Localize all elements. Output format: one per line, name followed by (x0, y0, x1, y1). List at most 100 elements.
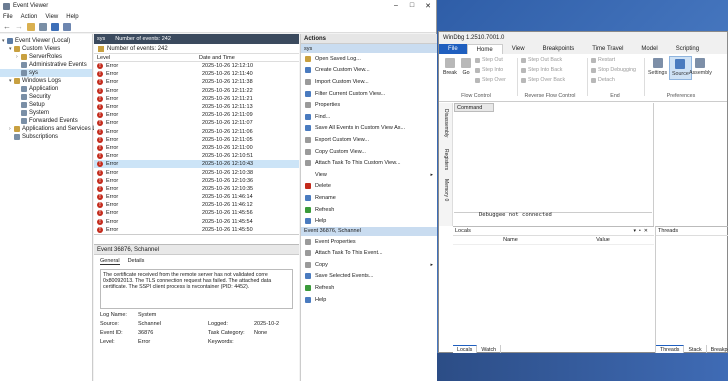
event-row[interactable]: ! Error 2025-10-26 12:12:10 (94, 62, 299, 70)
tree-node[interactable]: Security (0, 93, 92, 101)
tab-view[interactable]: View (503, 44, 534, 54)
tree-node[interactable]: › ServerRoles (0, 53, 92, 61)
event-row[interactable]: ! Error 2025-10-26 11:45:50 (94, 226, 299, 234)
action-item[interactable]: Copy Custom View... (301, 146, 437, 158)
folder-icon[interactable] (27, 22, 35, 31)
event-row[interactable]: ! Error 2025-10-26 12:11:21 (94, 95, 299, 103)
action-item[interactable]: Filter Current Custom View... (301, 88, 437, 100)
column-level[interactable]: Level (94, 55, 199, 61)
menu-help[interactable]: Help (66, 14, 78, 20)
menu-action[interactable]: Action (21, 14, 38, 20)
tab-home[interactable]: Home (466, 44, 503, 54)
detach-button[interactable]: Detach (591, 77, 615, 83)
help-icon[interactable] (51, 22, 59, 31)
tree-node[interactable]: System (0, 109, 92, 117)
step-out-back-button[interactable]: Step Out Back (521, 57, 562, 63)
action-item[interactable]: Import Custom View... (301, 76, 437, 88)
actions-section-event[interactable]: Event 36876, Schannel (301, 226, 437, 236)
back-icon[interactable]: ← (3, 22, 11, 31)
tab-breakpoints[interactable]: Breakpoints (534, 44, 584, 54)
action-item[interactable]: Rename (301, 192, 437, 204)
event-row[interactable]: ! Error 2025-10-26 11:45:54 (94, 218, 299, 226)
step-out-button[interactable]: Step Out (475, 57, 503, 63)
assembly-button[interactable]: Assembly (689, 58, 712, 76)
event-row[interactable]: ! Error 2025-10-26 12:11:22 (94, 87, 299, 95)
break-button[interactable]: Break (443, 58, 457, 76)
tree-node[interactable]: Setup (0, 101, 92, 109)
action-item[interactable]: Export Custom View... (301, 134, 437, 146)
event-row[interactable]: ! Error 2025-10-26 12:11:40 (94, 70, 299, 78)
event-row[interactable]: ! Error 2025-10-26 12:11:06 (94, 128, 299, 136)
step-into-button[interactable]: Step Into (475, 67, 503, 73)
action-item[interactable]: Help (301, 215, 437, 227)
action-item[interactable]: View ▸ (301, 169, 437, 181)
tab-model[interactable]: Model (632, 44, 666, 54)
event-row[interactable]: ! Error 2025-10-26 12:10:35 (94, 185, 299, 193)
action-item[interactable]: Refresh (301, 282, 437, 294)
minimize-icon[interactable]: – (388, 2, 404, 10)
event-row[interactable]: ! Error 2025-10-26 12:10:36 (94, 177, 299, 185)
action-item[interactable]: Copy ▸ (301, 259, 437, 271)
event-row[interactable]: ! Error 2025-10-26 12:11:00 (94, 144, 299, 152)
event-row[interactable]: ! Error 2025-10-26 12:11:13 (94, 103, 299, 111)
tab-time-travel[interactable]: Time Travel (583, 44, 632, 54)
tab-memory[interactable]: Memory 0 (443, 179, 449, 201)
tab-disassembly[interactable]: Disassembly (443, 109, 449, 137)
menu-file[interactable]: File (3, 14, 13, 20)
event-row[interactable]: ! Error 2025-10-26 12:11:38 (94, 78, 299, 86)
action-item[interactable]: Properties (301, 99, 437, 111)
go-button[interactable]: Go (461, 58, 471, 76)
action-item[interactable]: Attach Task To This Event... (301, 248, 437, 260)
column-date[interactable]: Date and Time (199, 55, 235, 61)
column-value[interactable]: Value (568, 237, 638, 243)
pane-controls-icon[interactable]: ▾•✕ (634, 228, 651, 234)
tree-node[interactable]: ▾ Event Viewer (Local) (0, 37, 92, 45)
properties-icon[interactable] (63, 22, 71, 31)
tab-command[interactable]: Command (454, 103, 494, 112)
restart-button[interactable]: Restart (591, 57, 615, 63)
action-item[interactable]: Refresh (301, 204, 437, 216)
action-item[interactable]: Event Properties (301, 236, 437, 248)
tab-general[interactable]: General (100, 258, 120, 265)
stop-debugging-button[interactable]: Stop Debugging (591, 67, 636, 73)
step-over-back-button[interactable]: Step Over Back (521, 77, 565, 83)
action-item[interactable]: Help (301, 294, 437, 306)
event-row[interactable]: ! Error 2025-10-26 12:10:38 (94, 168, 299, 176)
actions-section-sys[interactable]: sys (301, 44, 437, 53)
event-row[interactable]: ! Error 2025-10-26 12:10:43 (94, 160, 299, 169)
event-row[interactable]: ! Error 2025-10-26 11:46:14 (94, 193, 299, 201)
tab-scripting[interactable]: Scripting (667, 44, 708, 54)
event-row[interactable]: ! Error 2025-10-26 11:45:56 (94, 209, 299, 217)
forward-icon[interactable]: → (15, 22, 23, 31)
tree-node[interactable]: Forwarded Events (0, 117, 92, 125)
tree-node[interactable]: Subscriptions (0, 133, 92, 141)
tree-node[interactable]: sys (0, 69, 92, 77)
step-into-back-button[interactable]: Step Into Back (521, 67, 562, 73)
event-row[interactable]: ! Error 2025-10-26 12:11:07 (94, 119, 299, 127)
action-item[interactable]: Save Selected Events... (301, 271, 437, 283)
step-over-button[interactable]: Step Over (475, 77, 506, 83)
column-name[interactable]: Name (453, 237, 568, 243)
action-item[interactable]: Delete (301, 181, 437, 193)
tree-node[interactable]: Administrative Events (0, 61, 92, 69)
tab-file[interactable]: File (439, 44, 467, 54)
action-item[interactable]: Attach Task To This Custom View... (301, 157, 437, 169)
action-item[interactable]: Find... (301, 111, 437, 123)
action-item[interactable]: Create Custom View... (301, 65, 437, 77)
tab-details[interactable]: Details (128, 258, 145, 264)
event-row[interactable]: ! Error 2025-10-26 12:11:09 (94, 111, 299, 119)
maximize-icon[interactable]: □ (404, 2, 420, 10)
event-row[interactable]: ! Error 2025-10-26 12:11:05 (94, 136, 299, 144)
action-item[interactable]: Open Saved Log... (301, 53, 437, 65)
tree-node[interactable]: ▾ Custom Views (0, 45, 92, 53)
event-row[interactable]: ! Error 2025-10-26 12:10:51 (94, 152, 299, 160)
tree-node[interactable]: ▾ Windows Logs (0, 77, 92, 85)
tree-node[interactable]: › Applications and Services Lo (0, 125, 99, 133)
event-row[interactable]: ! Error 2025-10-26 11:46:12 (94, 201, 299, 209)
close-icon[interactable]: ✕ (420, 2, 436, 10)
tree-node[interactable]: Application (0, 85, 92, 93)
settings-button[interactable]: Settings (648, 58, 667, 76)
action-item[interactable]: Save All Events in Custom View As... (301, 123, 437, 135)
tab-registers[interactable]: Registers (443, 149, 449, 170)
menu-view[interactable]: View (45, 14, 58, 20)
